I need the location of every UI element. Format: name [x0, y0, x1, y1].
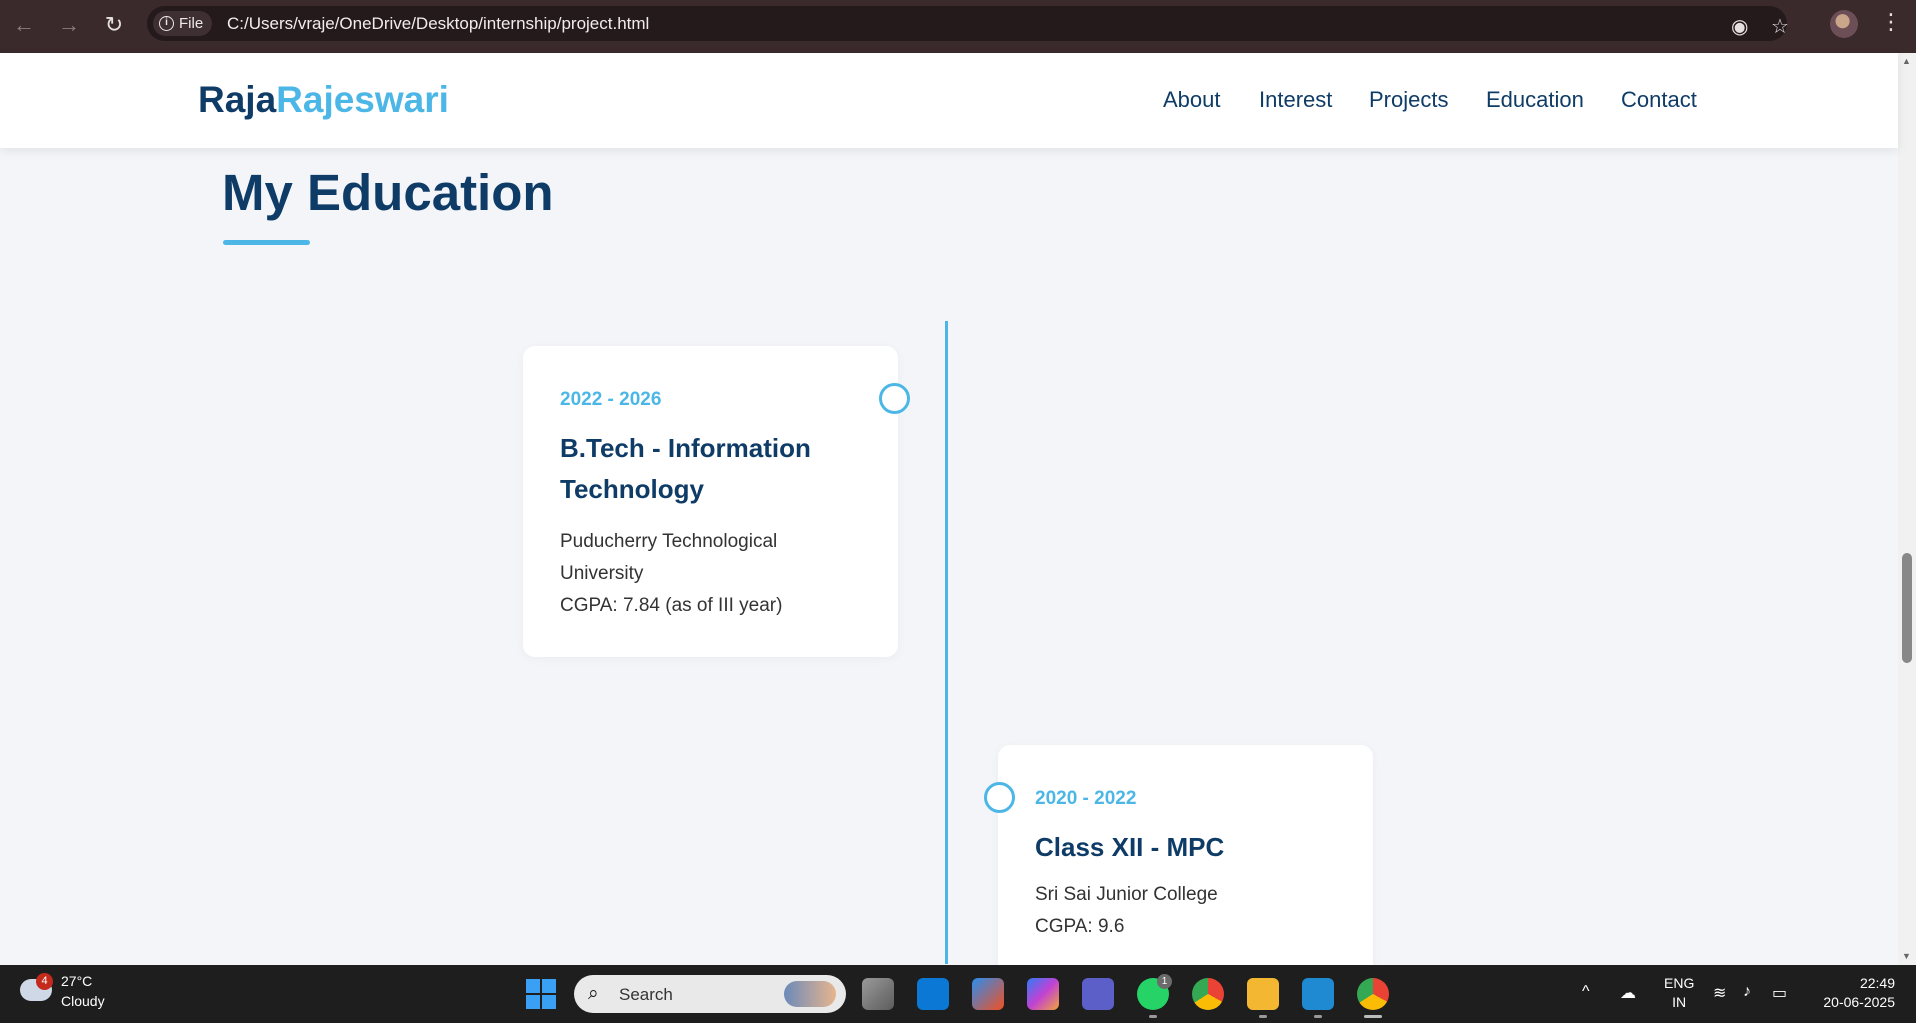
- windows-taskbar: 4 27°C Cloudy ⌕ Search 1 ^ ☁ ENG IN ≋ ♪ …: [0, 965, 1916, 1023]
- education-score: CGPA: 9.6: [1035, 916, 1125, 937]
- reload-icon[interactable]: ↻: [99, 10, 129, 40]
- file-chip-label: File: [179, 15, 204, 32]
- windows-start-icon[interactable]: [526, 979, 556, 1009]
- site-info-chip[interactable]: i File: [153, 11, 213, 36]
- section-title: My Education: [222, 164, 554, 221]
- timeline-dot: [984, 782, 1015, 813]
- title-underline: [223, 240, 310, 245]
- whatsapp-badge: 1: [1157, 974, 1172, 989]
- language-code: ENG: [1664, 975, 1695, 991]
- profile-avatar[interactable]: [1830, 10, 1858, 38]
- clock-date: 20-06-2025: [1823, 994, 1895, 1010]
- logo-first-name: Raja: [198, 79, 277, 120]
- scroll-up-icon[interactable]: ▲: [1902, 56, 1911, 66]
- running-indicator: [1314, 1015, 1322, 1018]
- page-scrollbar[interactable]: ▲ ▼: [1898, 53, 1916, 965]
- chrome-icon[interactable]: [1192, 978, 1224, 1010]
- clock-time: 22:49: [1859, 975, 1895, 991]
- scroll-down-icon[interactable]: ▼: [1902, 951, 1911, 961]
- weather-condition[interactable]: Cloudy: [61, 993, 105, 1009]
- wifi-icon[interactable]: ≋: [1713, 983, 1726, 1003]
- outlook-icon[interactable]: [917, 978, 949, 1010]
- system-clock[interactable]: 22:49 20-06-2025: [1815, 974, 1895, 1012]
- back-arrow-icon[interactable]: ←: [9, 10, 39, 40]
- education-years: 2022 - 2026: [560, 389, 662, 410]
- browser-toolbar: ← → ↻ i File C:/Users/vraje/OneDrive/Des…: [0, 0, 1916, 53]
- chevron-up-icon[interactable]: ^: [1582, 983, 1590, 1001]
- region-code: IN: [1672, 994, 1687, 1010]
- education-years: 2020 - 2022: [1035, 788, 1137, 809]
- file-explorer-icon[interactable]: [1247, 978, 1279, 1010]
- timeline-line: [945, 321, 948, 964]
- weather-badge: 4: [36, 973, 53, 990]
- nav-link-education[interactable]: Education: [1486, 87, 1584, 113]
- education-institution: Puducherry Technological University: [560, 531, 778, 584]
- education-score: CGPA: 7.84 (as of III year): [560, 595, 783, 616]
- scroll-thumb[interactable]: [1902, 553, 1912, 663]
- search-highlight-icon: [784, 981, 836, 1007]
- education-degree: Class XII - MPC: [1035, 832, 1225, 862]
- education-institution: Sri Sai Junior College: [1035, 884, 1218, 905]
- battery-icon[interactable]: ▭: [1772, 983, 1787, 1003]
- active-indicator: [1364, 1015, 1382, 1018]
- logo-second-name: Rajeswari: [276, 79, 449, 120]
- taskbar-search[interactable]: ⌕ Search: [574, 975, 846, 1013]
- weather-temperature[interactable]: 27°C: [61, 973, 92, 989]
- timeline-dot: [879, 383, 910, 414]
- running-indicator: [1259, 1015, 1267, 1018]
- copilot-icon[interactable]: [1027, 978, 1059, 1010]
- education-card: 2022 - 2026 B.Tech - Information Technol…: [523, 346, 898, 657]
- nav-link-about[interactable]: About: [1163, 87, 1221, 113]
- site-logo[interactable]: RajaRajeswari: [198, 79, 449, 121]
- nav-link-contact[interactable]: Contact: [1621, 87, 1697, 113]
- onedrive-cloud-icon[interactable]: ☁: [1620, 983, 1636, 1003]
- microsoft-store-icon[interactable]: [972, 978, 1004, 1010]
- search-icon: ⌕: [588, 983, 599, 1004]
- task-view-icon[interactable]: [862, 978, 894, 1010]
- url-text[interactable]: C:/Users/vraje/OneDrive/Desktop/internsh…: [227, 14, 649, 34]
- info-icon: i: [159, 16, 174, 31]
- running-indicator: [1149, 1015, 1157, 1018]
- browser-menu-icon[interactable]: ⋮: [1880, 9, 1902, 35]
- volume-icon[interactable]: ♪: [1743, 983, 1751, 1001]
- eye-icon[interactable]: ◉: [1731, 14, 1748, 39]
- address-bar[interactable]: i File C:/Users/vraje/OneDrive/Desktop/i…: [147, 6, 1789, 41]
- chrome-profile-icon[interactable]: [1357, 978, 1389, 1010]
- nav-link-interest[interactable]: Interest: [1259, 87, 1332, 113]
- teams-icon[interactable]: [1082, 978, 1114, 1010]
- forward-arrow-icon[interactable]: →: [54, 10, 84, 40]
- education-degree: B.Tech - Information Technology: [560, 433, 811, 504]
- search-label: Search: [619, 985, 673, 1004]
- language-indicator[interactable]: ENG IN: [1664, 974, 1694, 1012]
- vscode-icon[interactable]: [1302, 978, 1334, 1010]
- star-icon[interactable]: ☆: [1771, 14, 1789, 39]
- nav-link-projects[interactable]: Projects: [1369, 87, 1448, 113]
- education-card: 2020 - 2022 Class XII - MPC Sri Sai Juni…: [998, 745, 1373, 985]
- site-header: RajaRajeswari About Interest Projects Ed…: [0, 53, 1898, 148]
